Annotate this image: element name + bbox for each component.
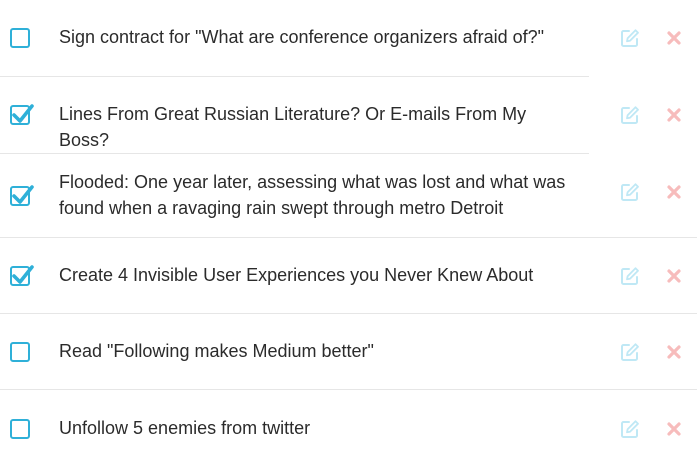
todo-checkbox[interactable] <box>10 104 34 125</box>
todo-item: Read "Following makes Medium better" <box>0 314 697 389</box>
todo-label: Sign contract for "What are conference o… <box>59 27 545 47</box>
edit-icon[interactable] <box>620 342 640 362</box>
todo-item: Sign contract for "What are conference o… <box>0 0 697 76</box>
edit-icon[interactable] <box>620 266 640 286</box>
todo-label: Create 4 Invisible User Experiences you … <box>59 265 534 285</box>
edit-icon[interactable] <box>620 419 640 439</box>
todo-label: Read "Following makes Medium better" <box>59 341 374 361</box>
close-icon[interactable] <box>665 106 683 124</box>
todo-item: Unfollow 5 enemies from twitter <box>0 390 697 472</box>
edit-icon[interactable] <box>620 28 640 48</box>
todo-item: Create 4 Invisible User Experiences you … <box>0 238 697 313</box>
close-icon[interactable] <box>665 183 683 201</box>
todo-label: Unfollow 5 enemies from twitter <box>59 418 311 438</box>
todo-checkbox[interactable] <box>10 28 30 48</box>
close-icon[interactable] <box>665 267 683 285</box>
check-icon <box>12 185 34 204</box>
close-icon[interactable] <box>665 343 683 361</box>
todo-checkbox[interactable] <box>10 342 30 362</box>
close-icon[interactable] <box>665 420 683 438</box>
check-icon <box>12 104 34 123</box>
todo-checkbox[interactable] <box>10 185 34 206</box>
edit-icon[interactable] <box>620 182 640 202</box>
todo-checkbox[interactable] <box>10 419 30 439</box>
todo-list: Sign contract for "What are conference o… <box>0 0 697 472</box>
todo-item: Lines From Great Russian Literature? Or … <box>0 77 697 153</box>
edit-icon[interactable] <box>620 105 640 125</box>
check-icon <box>12 265 34 284</box>
todo-label: Flooded: One year later, assessing what … <box>59 172 566 218</box>
todo-item: Flooded: One year later, assessing what … <box>0 154 697 237</box>
todo-label: Lines From Great Russian Literature? Or … <box>59 104 527 150</box>
todo-checkbox[interactable] <box>10 265 34 286</box>
close-icon[interactable] <box>665 29 683 47</box>
